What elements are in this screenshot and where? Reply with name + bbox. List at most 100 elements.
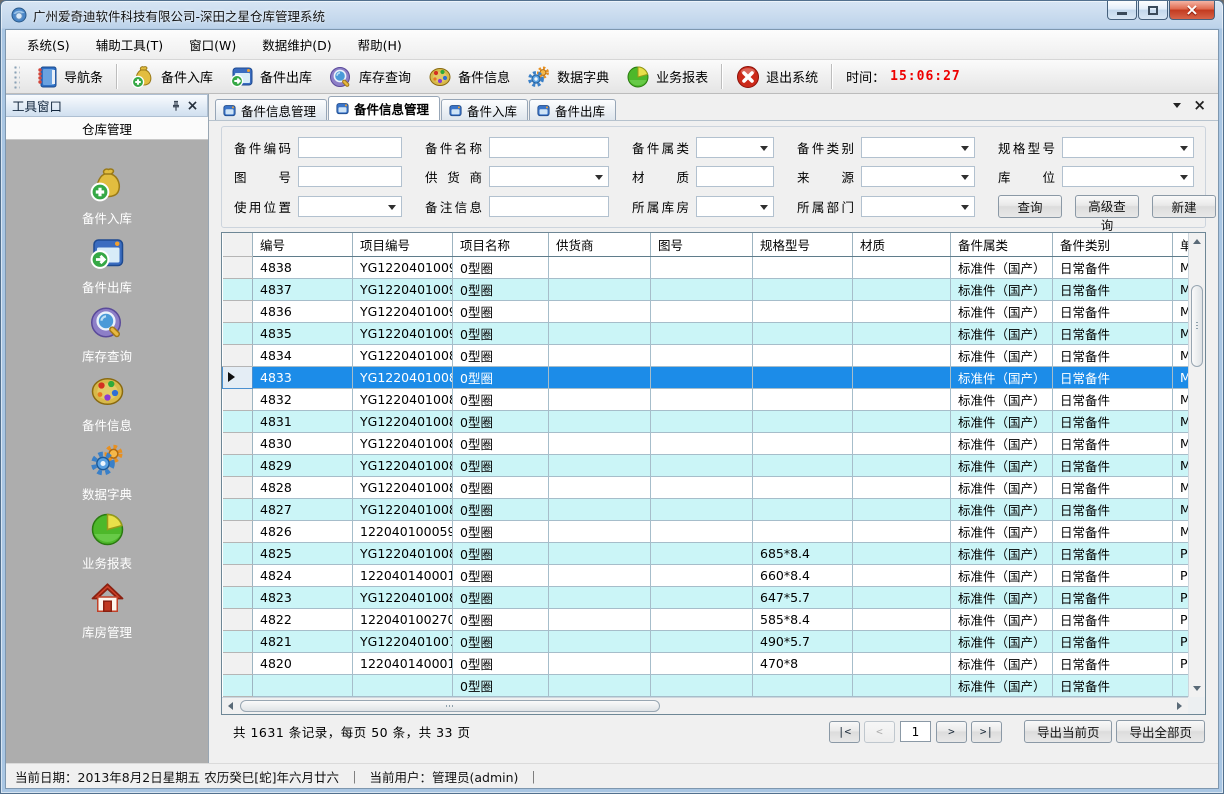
row-selector[interactable] (223, 410, 253, 432)
tab-close-icon[interactable] (1193, 98, 1206, 113)
location-select[interactable] (1062, 166, 1194, 187)
menu-item[interactable]: 窗口(W) (176, 30, 249, 59)
row-selector[interactable] (223, 388, 253, 410)
column-header-2[interactable]: 项目编号 (353, 233, 453, 256)
parts-info-button[interactable]: 备件信息 (419, 61, 518, 93)
column-header-10[interactable]: 单位 (1173, 233, 1189, 256)
table-row[interactable]: 4825YG122040100810型圈685*8.4标准件（国产）日常备件PC (223, 542, 1189, 564)
usage-position-select[interactable] (298, 196, 402, 217)
row-selector[interactable] (223, 652, 253, 674)
nav-bar-button[interactable]: 导航条 (25, 61, 111, 93)
column-header-8[interactable]: 备件属类 (951, 233, 1053, 256)
row-selector[interactable] (223, 608, 253, 630)
scroll-down-button[interactable] (1189, 681, 1205, 697)
table-row[interactable]: 482612204010005990型圈标准件（国产）日常备件M (223, 520, 1189, 542)
column-header-6[interactable]: 规格型号 (753, 233, 853, 256)
first-page-button[interactable]: |< (829, 721, 860, 743)
pin-icon[interactable] (167, 98, 184, 114)
column-header-4[interactable]: 供货商 (549, 233, 651, 256)
menu-item[interactable]: 系统(S) (14, 30, 83, 59)
table-row[interactable]: 4827YG122040100820型圈标准件（国产）日常备件M (223, 498, 1189, 520)
table-row[interactable]: 482412204014000120型圈660*8.4标准件（国产）日常备件PC (223, 564, 1189, 586)
last-page-button[interactable]: >| (971, 721, 1002, 743)
tab-3[interactable]: 备件出库 (529, 99, 616, 120)
close-button[interactable] (1169, 1, 1215, 20)
table-row[interactable]: 0型圈标准件（国产）日常备件 (223, 674, 1189, 696)
vertical-scrollbar[interactable] (1188, 233, 1205, 697)
row-selector[interactable] (223, 520, 253, 542)
tab-0[interactable]: 备件信息管理 (215, 99, 327, 120)
row-selector[interactable] (223, 542, 253, 564)
column-header-9[interactable]: 备件类别 (1053, 233, 1173, 256)
table-row[interactable]: 4831YG122040100860型圈标准件（国产）日常备件M (223, 410, 1189, 432)
source-select[interactable] (861, 166, 975, 187)
export-all-pages-button[interactable]: 导出全部页 (1116, 720, 1205, 743)
table-row[interactable]: 4832YG122040100870型圈标准件（国产）日常备件M (223, 388, 1189, 410)
row-selector[interactable] (223, 454, 253, 476)
part-category-select[interactable] (861, 137, 975, 158)
row-selector[interactable] (223, 278, 253, 300)
table-row[interactable]: 4833YG122040100880型圈标准件（国产）日常备件M (223, 366, 1189, 388)
drawing-no-input[interactable] (298, 166, 402, 187)
row-selector[interactable] (223, 256, 253, 278)
spec-model-select[interactable] (1062, 137, 1194, 158)
page-number-input[interactable] (900, 721, 931, 742)
scroll-up-button[interactable] (1189, 233, 1205, 249)
minimize-button[interactable] (1107, 1, 1137, 20)
row-selector[interactable] (223, 366, 253, 388)
table-row[interactable]: 482012204014000130型圈470*8标准件（国产）日常备件PC (223, 652, 1189, 674)
scroll-right-button[interactable] (1172, 698, 1188, 714)
table-row[interactable]: 4834YG122040100890型圈标准件（国产）日常备件M (223, 344, 1189, 366)
query-button[interactable]: 查询 (998, 195, 1062, 218)
table-row[interactable]: 4830YG122040100850型圈标准件（国产）日常备件M (223, 432, 1189, 454)
table-row[interactable]: 482212204010027000型圈585*8.4标准件（国产）日常备件PC (223, 608, 1189, 630)
part-code-input[interactable] (298, 137, 402, 158)
column-header-5[interactable]: 图号 (651, 233, 753, 256)
sidebar-item-warehouse-manage[interactable]: 库房管理 (6, 579, 208, 648)
data-dictionary-button[interactable]: 数据字典 (518, 61, 617, 93)
row-selector[interactable] (223, 586, 253, 608)
material-input[interactable] (696, 166, 774, 187)
exit-system-button[interactable]: 退出系统 (727, 61, 826, 93)
part-class-select[interactable] (696, 137, 774, 158)
advanced-query-button[interactable]: 高级查询 (1075, 195, 1139, 218)
menu-item[interactable]: 数据维护(D) (249, 30, 344, 59)
panel-close-icon[interactable] (184, 98, 201, 114)
tab-list-dropdown-icon[interactable] (1173, 103, 1181, 112)
row-selector[interactable] (223, 630, 253, 652)
prev-page-button[interactable]: < (864, 721, 895, 743)
sidebar-item-stock-out[interactable]: 备件出库 (6, 234, 208, 303)
row-selector[interactable] (223, 432, 253, 454)
column-header-7[interactable]: 材质 (853, 233, 951, 256)
warehouse-select[interactable] (696, 196, 774, 217)
table-row[interactable]: 4838YG122040100930型圈标准件（国产）日常备件M (223, 256, 1189, 278)
tab-1[interactable]: 备件信息管理 (328, 96, 440, 120)
row-selector[interactable] (223, 476, 253, 498)
horizontal-scrollbar[interactable] (222, 697, 1188, 714)
sidebar-item-stock-in[interactable]: 备件入库 (6, 165, 208, 234)
tab-2[interactable]: 备件入库 (441, 99, 528, 120)
toolbar-grip-handle[interactable] (13, 65, 20, 89)
column-header-1[interactable]: 编号 (253, 233, 353, 256)
row-selector-header[interactable] (223, 233, 253, 256)
table-row[interactable]: 4836YG122040100910型圈标准件（国产）日常备件M (223, 300, 1189, 322)
export-current-page-button[interactable]: 导出当前页 (1024, 720, 1113, 743)
department-select[interactable] (861, 196, 975, 217)
row-selector[interactable] (223, 322, 253, 344)
row-selector[interactable] (223, 674, 253, 696)
table-row[interactable]: 4835YG122040100900型圈标准件（国产）日常备件M (223, 322, 1189, 344)
remark-input[interactable] (489, 196, 609, 217)
create-button[interactable]: 新建 (1152, 195, 1216, 218)
inventory-search-button[interactable]: 库存查询 (320, 61, 419, 93)
table-row[interactable]: 4837YG122040100920型圈标准件（国产）日常备件M (223, 278, 1189, 300)
row-selector[interactable] (223, 300, 253, 322)
column-header-3[interactable]: 项目名称 (453, 233, 549, 256)
next-page-button[interactable]: > (936, 721, 967, 743)
sidebar-item-business-report[interactable]: 业务报表 (6, 510, 208, 579)
sidebar-item-data-dictionary[interactable]: 数据字典 (6, 441, 208, 510)
supplier-select[interactable] (489, 166, 609, 187)
table-row[interactable]: 4823YG122040100800型圈647*5.7标准件（国产）日常备件PC (223, 586, 1189, 608)
menu-item[interactable]: 帮助(H) (345, 30, 415, 59)
sidebar-item-parts-info[interactable]: 备件信息 (6, 372, 208, 441)
business-report-button[interactable]: 业务报表 (617, 61, 716, 93)
